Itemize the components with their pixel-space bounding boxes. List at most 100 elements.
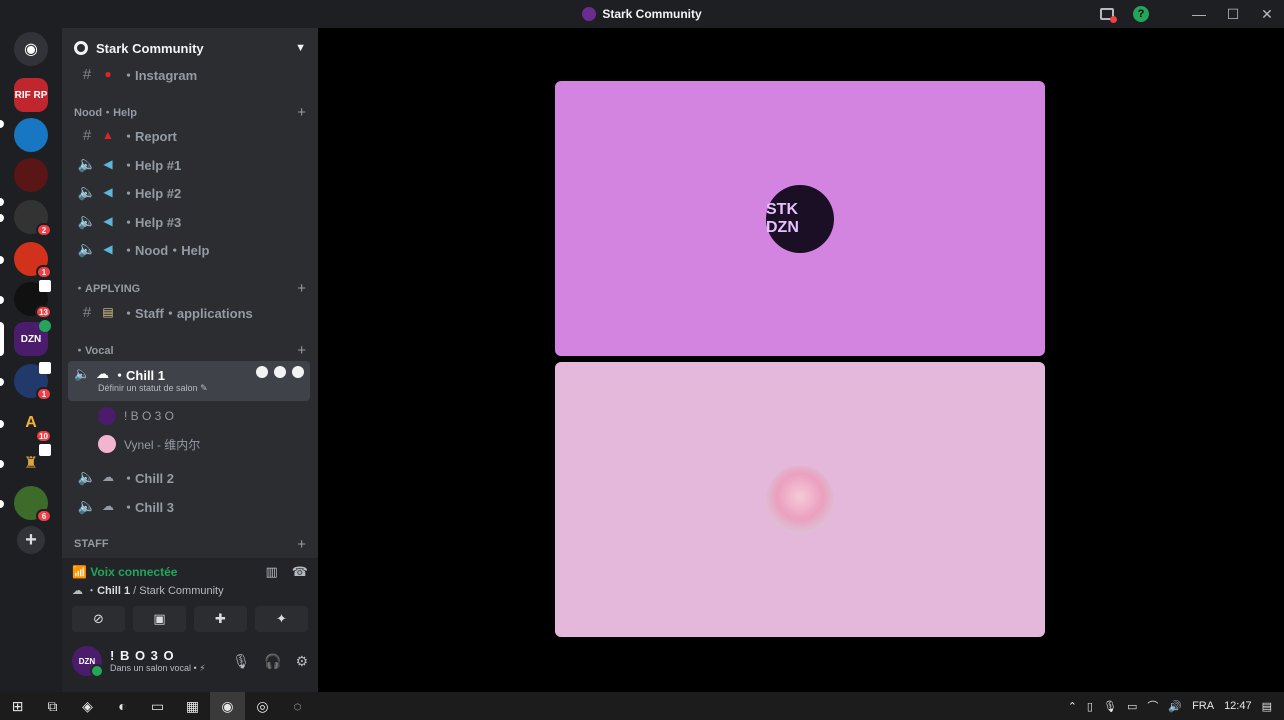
maximize-button[interactable]: ☐ (1216, 0, 1250, 28)
close-button[interactable]: ✕ (1250, 0, 1284, 28)
system-tray: ⌃ ▯ 🎙 ▭ ⌒ 🔊 FRA 12:47 ▤ (1068, 698, 1284, 714)
avatar (98, 407, 116, 425)
language-indicator[interactable]: FRA (1192, 700, 1214, 712)
app-icon[interactable]: ◌ (280, 692, 315, 720)
task-view-icon[interactable]: ⧉ (35, 692, 70, 720)
chrome-icon[interactable]: ◎ (245, 692, 280, 720)
guild-icon-stark[interactable]: DZN (14, 320, 51, 356)
hashtag-icon: # (82, 303, 92, 321)
noise-suppression-icon[interactable]: ▥ (266, 564, 278, 580)
file-explorer-icon[interactable]: ▭ (140, 692, 175, 720)
microphone-icon[interactable]: 🎙 (232, 653, 250, 670)
sound-icon: ◀ (103, 185, 113, 199)
avatar: STK DZN (766, 184, 834, 253)
gear-icon[interactable] (292, 366, 304, 378)
microphone-icon[interactable]: 🎙 (1103, 700, 1117, 713)
discord-icon[interactable]: ◉ (210, 692, 245, 720)
guild-icon[interactable] (14, 158, 48, 192)
voice-member[interactable]: Vynel - 维内尔 (98, 432, 200, 456)
guild-icon[interactable]: 1 (14, 362, 52, 401)
voice-member[interactable]: ! B O 3 O (98, 404, 174, 428)
voice-connection-panel: 📶 Voix connectée ▥ ☎ ☁ ・Chill 1 / Stark C… (62, 558, 318, 692)
channel-help-1[interactable]: 🔈 ◀ ・Help #1 (70, 151, 310, 177)
inbox-icon[interactable] (1090, 0, 1124, 28)
sound-icon: ◀ (103, 214, 113, 228)
disconnect-icon[interactable]: ☎ (292, 564, 308, 580)
category-vocal[interactable]: ・Vocal + (74, 341, 306, 359)
voice-status[interactable]: 📶 Voix connectée (72, 565, 177, 579)
guild-icon[interactable]: A 10 (14, 406, 52, 443)
clock[interactable]: 12:47 (1224, 700, 1252, 712)
mention-badge: 6 (36, 509, 52, 523)
guild-icon[interactable] (14, 118, 48, 152)
guild-icon[interactable]: 2 (14, 200, 52, 237)
channel-staff-applications[interactable]: # ▤ ・Staff・applications (70, 299, 310, 325)
avatar[interactable]: DZN (72, 646, 104, 678)
username[interactable]: ! B O 3 O (110, 648, 206, 663)
server-badge-icon (74, 41, 88, 55)
add-channel-icon[interactable]: + (297, 536, 306, 553)
store-icon[interactable]: ▦ (175, 692, 210, 720)
unread-pill (0, 460, 4, 468)
screen-share-button[interactable]: ▣ (133, 606, 186, 632)
cloud-icon: ☁ (102, 470, 114, 484)
minimize-button[interactable]: — (1182, 0, 1216, 28)
gear-icon[interactable]: ⚙ (295, 653, 308, 670)
category-help[interactable]: Nood・Help + (74, 103, 306, 121)
channel-chill-3[interactable]: 🔈 ☁ ・Chill 3 (70, 493, 310, 519)
chevron-down-icon: ▼ (295, 42, 306, 54)
discord-home-icon[interactable]: ◉ (14, 32, 48, 66)
voice-stage: STK DZN (318, 28, 1284, 692)
add-channel-icon[interactable]: + (297, 104, 306, 121)
soundboard-button[interactable]: ✦ (255, 606, 308, 632)
speaker-icon: 🔈 (77, 184, 97, 201)
siren-icon: ▲ (102, 128, 114, 142)
server-name: Stark Community (96, 40, 204, 56)
wifi-icon[interactable]: ⌒ (1147, 698, 1158, 714)
unread-pill (0, 420, 4, 428)
notification-icon[interactable]: ▤ (1262, 700, 1272, 713)
channel-instagram[interactable]: # ● ・Instagram (70, 61, 310, 87)
mention-badge: 1 (36, 265, 52, 279)
guild-icon[interactable]: RIF RP (14, 78, 48, 112)
channel-chill-2[interactable]: 🔈 ☁ ・Chill 2 (70, 464, 310, 490)
guild-icon[interactable]: 13 (14, 280, 52, 319)
participant-tile[interactable]: STK DZN (555, 81, 1045, 356)
invite-icon[interactable] (274, 366, 286, 378)
add-channel-icon[interactable]: + (297, 342, 306, 359)
guild-icon[interactable]: ♜ (14, 444, 51, 480)
category-applying[interactable]: ・APPLYING + (74, 279, 306, 297)
start-icon[interactable]: ⊞ (0, 692, 35, 720)
guild-icon[interactable]: 6 (14, 486, 52, 523)
category-staff[interactable]: STAFF + (74, 535, 306, 553)
edge-icon[interactable]: ◐ (105, 692, 140, 720)
window-title: Stark Community (582, 7, 702, 21)
server-list: ◉ RIF RP 2 1 13 DZN 1 A 10 ♜ 6 + (0, 28, 62, 692)
mention-badge: 10 (35, 429, 52, 443)
channel-help-2[interactable]: 🔈 ◀ ・Help #2 (70, 179, 310, 205)
add-server-icon[interactable]: + (17, 526, 45, 554)
chat-bubble-icon[interactable] (256, 366, 268, 378)
battery-icon[interactable]: ▭ (1127, 700, 1137, 713)
channel-report[interactable]: # ▲ ・Report (70, 122, 310, 148)
chevron-up-icon[interactable]: ⌃ (1068, 700, 1077, 713)
sound-icon: ◀ (103, 242, 113, 256)
voice-channel-info[interactable]: ☁ ・Chill 1 / Stark Community (62, 580, 318, 598)
device-icon[interactable]: ▯ (1087, 700, 1093, 713)
speaker-icon: 🔈 (77, 241, 97, 258)
channel-status-hint[interactable]: Définir un statut de salon ✎ (68, 383, 310, 394)
volume-icon[interactable]: 🔊 (1168, 700, 1182, 713)
headphones-icon[interactable]: 🎧 (264, 653, 281, 670)
help-icon[interactable]: ? (1124, 0, 1158, 28)
activities-button[interactable]: ✚ (194, 606, 247, 632)
speaker-icon: 🔈 (74, 366, 91, 381)
channel-help-3[interactable]: 🔈 ◀ ・Help #3 (70, 208, 310, 234)
add-channel-icon[interactable]: + (297, 280, 306, 297)
guild-icon[interactable]: 1 (14, 242, 52, 279)
copilot-icon[interactable]: ◈ (70, 692, 105, 720)
unread-pill (0, 256, 4, 264)
channel-nood-help[interactable]: 🔈 ◀ ・Nood・Help (70, 236, 310, 262)
channel-chill-1[interactable]: 🔈 ☁ ・Chill 1 Définir un statut de salon ✎ (68, 361, 310, 401)
camera-off-button[interactable]: ⊘ (72, 606, 125, 632)
participant-tile[interactable] (555, 362, 1045, 637)
